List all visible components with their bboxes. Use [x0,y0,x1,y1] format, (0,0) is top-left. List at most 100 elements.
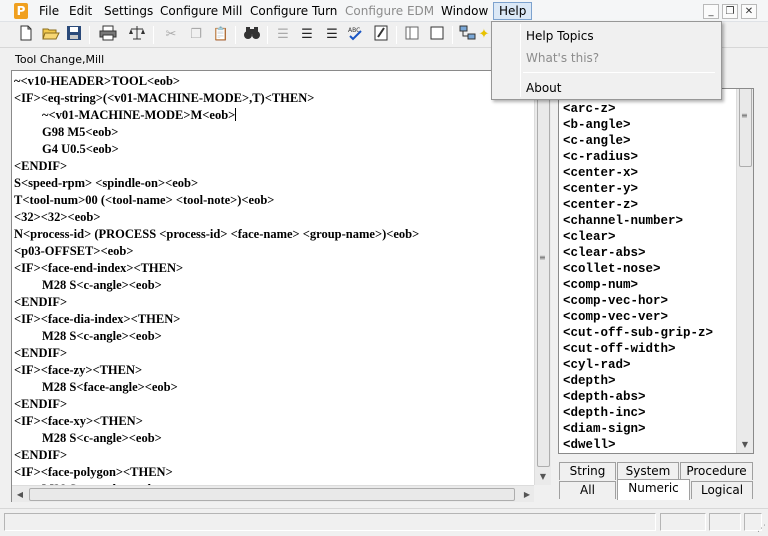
code-line[interactable]: <IF><face-zy><THEN> [14,362,536,379]
tab-logical[interactable]: Logical [691,481,753,499]
variable-list-item[interactable]: <collet-nose> [563,261,737,277]
variable-list-item[interactable]: <arc-z> [563,101,737,117]
format-icon[interactable] [371,25,391,45]
code-line[interactable]: <ENDIF> [14,396,536,413]
code-line[interactable]: M28 S<face-angle><eob> [14,379,536,396]
code-line[interactable]: <ENDIF> [14,345,536,362]
paste-icon[interactable]: 📋 [211,25,231,45]
app-logo-icon[interactable]: P [14,3,28,19]
variable-list-item[interactable]: <depth-inc> [563,405,737,421]
scroll-left-arrow-icon[interactable]: ◀ [12,486,28,502]
editor-vertical-scrollbar[interactable]: ▲ ≡ ▼ [534,71,551,485]
code-line[interactable]: ~<v01-MACHINE-MODE>M<eob> [14,107,536,124]
variable-list-item[interactable]: <comp-num> [563,277,737,293]
code-line[interactable]: <IF><eq-string>(<v01-MACHINE-MODE>,T)<TH… [14,90,536,107]
variable-list-item[interactable]: <cut-off-sub-grip-z> [563,325,737,341]
tab-procedure[interactable]: Procedure [680,462,753,480]
variable-list-item[interactable]: <comp-vec-ver> [563,309,737,325]
help-topics-menu-item[interactable]: Help Topics [495,26,718,46]
variable-list-item[interactable]: <depth> [563,373,737,389]
print-icon[interactable] [98,25,118,45]
variable-list-item[interactable]: <clear> [563,229,737,245]
variable-list-item[interactable]: <c-radius> [563,149,737,165]
variables-scrollbar[interactable]: ≡ ▼ [736,89,753,453]
tab-system[interactable]: System [617,462,679,480]
code-line[interactable]: <ENDIF> [14,158,536,175]
variables-list[interactable]: <arc-z> <b-angle> <c-angle> <c-radius> <cent… [558,88,754,454]
panel-split-icon[interactable] [402,25,422,45]
code-line[interactable]: <IF><face-dia-index><THEN> [14,311,536,328]
scroll-down-arrow-icon[interactable]: ▼ [737,436,753,453]
resize-grip-icon[interactable]: ⋰ [757,524,766,534]
balance-icon[interactable] [127,25,147,45]
code-line[interactable]: S<speed-rpm> <spindle-on><eob> [14,175,536,192]
code-line[interactable]: ~<v10-HEADER>TOOL<eob> [14,73,536,90]
code-content[interactable]: ~<v10-HEADER>TOOL<eob> <IF><eq-string>(<v… [14,73,536,487]
scroll-thumb[interactable] [29,488,515,501]
status-bar: ⋰ [0,508,768,536]
code-line[interactable]: <ENDIF> [14,294,536,311]
code-line[interactable]: <ENDIF> [14,447,536,464]
code-line[interactable]: <IF><face-polygon><THEN> [14,464,536,481]
cut-icon[interactable]: ✂ [161,25,181,45]
variable-list-item[interactable]: <depth-abs> [563,389,737,405]
code-line[interactable]: <p03-OFFSET><eob> [14,243,536,260]
menu-window[interactable]: Window [436,2,493,20]
variable-list-item[interactable]: <b-angle> [563,117,737,133]
justify-icon[interactable]: ☰ [297,25,317,45]
menu-file[interactable]: File [34,2,64,20]
find-icon[interactable] [242,25,262,45]
restore-icon[interactable]: ❐ [722,4,738,19]
about-menu-item[interactable]: About [495,78,718,98]
variable-list-item[interactable]: <center-x> [563,165,737,181]
close-icon[interactable]: ✕ [741,4,757,19]
spell-check-icon[interactable]: ABC [346,25,366,45]
code-line[interactable]: G98 M5<eob> [14,124,536,141]
menu-settings[interactable]: Settings [99,2,158,20]
code-line[interactable]: N<process-id> (PROCESS <process-id> <fac… [14,226,536,243]
code-line[interactable]: T<tool-num>00 (<tool-name> <tool-note>)<… [14,192,536,209]
code-line[interactable]: M28 S<c-angle><eob> [14,328,536,345]
menu-configure-edm[interactable]: Configure EDM [340,2,439,20]
open-folder-icon[interactable] [41,25,61,45]
variable-list-item[interactable]: <clear-abs> [563,245,737,261]
lightbulb-icon[interactable]: ✦ [478,25,490,45]
scroll-right-arrow-icon[interactable]: ▶ [519,486,535,502]
scroll-thumb[interactable] [739,89,752,167]
save-icon[interactable] [64,25,84,45]
new-document-icon[interactable] [16,25,36,45]
tab-all[interactable]: All [559,481,616,499]
menu-help[interactable]: Help [493,2,533,20]
menu-edit[interactable]: Edit [64,2,97,20]
variable-list-item[interactable]: <dwell> [563,437,737,453]
editor-horizontal-scrollbar[interactable]: ◀ ▶ [12,485,535,502]
code-line[interactable]: <32><32><eob> [14,209,536,226]
menu-configure-mill[interactable]: Configure Mill [155,2,247,20]
code-line[interactable]: <IF><face-end-index><THEN> [14,260,536,277]
menu-configure-turn[interactable]: Configure Turn [245,2,342,20]
align-left-icon[interactable]: ☰ [273,25,293,45]
whats-this-menu-item[interactable]: What's this? [495,48,718,68]
tab-numeric[interactable]: Numeric [617,479,690,500]
code-editor[interactable]: ~<v10-HEADER>TOOL<eob> <IF><eq-string>(<v… [11,70,551,502]
variable-list-item[interactable]: <cut-off-width> [563,341,737,357]
variable-list-item[interactable]: <comp-vec-hor> [563,293,737,309]
rectangle-icon[interactable] [427,25,447,45]
variable-list-item[interactable]: <center-z> [563,197,737,213]
variable-list-item[interactable]: <channel-number> [563,213,737,229]
scroll-down-arrow-icon[interactable]: ▼ [535,468,551,485]
tab-string[interactable]: String [559,462,616,480]
code-line[interactable]: G4 U0.5<eob> [14,141,536,158]
network-icon[interactable] [458,25,478,45]
variable-list-item[interactable]: <cyl-rad> [563,357,737,373]
minimize-icon[interactable]: _ [703,4,719,19]
variable-list-item[interactable]: <c-angle> [563,133,737,149]
code-line[interactable]: <IF><face-xy><THEN> [14,413,536,430]
variable-list-item[interactable]: <center-y> [563,181,737,197]
variable-list-item[interactable]: <diam-sign> [563,421,737,437]
indent-icon[interactable]: ☰ [322,25,342,45]
code-line[interactable]: M28 S<c-angle><eob> [14,430,536,447]
copy-icon[interactable]: ❐ [186,25,206,45]
code-line[interactable]: M28 S<c-angle><eob> [14,277,536,294]
scroll-thumb[interactable] [537,89,550,467]
